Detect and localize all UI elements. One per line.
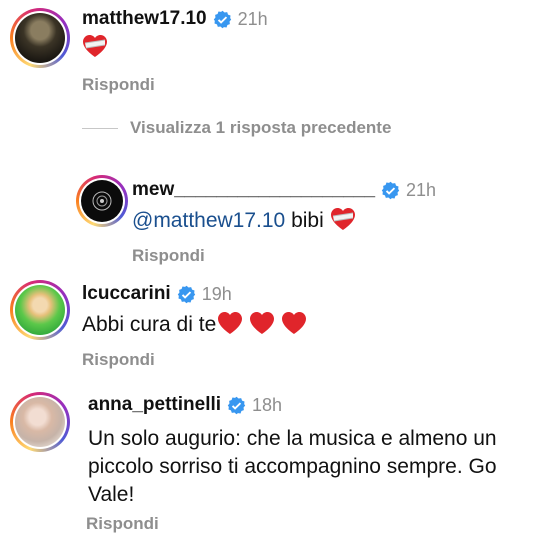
verified-badge-icon [227,396,246,414]
comment-body: Abbi cura di te [82,313,217,336]
reply-button[interactable]: Rispondi [82,75,155,95]
comment-text [82,34,108,62]
comment-body: bibi [291,209,324,232]
comment-text: Un solo augurio: che la musica e almeno … [88,425,558,509]
mandala-avatar-icon [92,191,112,211]
red-heart-icon [282,312,307,334]
comment-time: 18h [252,394,283,415]
username[interactable]: anna_pettinelli [88,394,221,416]
comment-time: 21h [237,8,268,29]
comment-text: @matthew17.10 bibi [132,207,356,235]
username[interactable]: mew___________________ [132,179,375,201]
mention-link[interactable]: @matthew17.10 [132,209,285,232]
username[interactable]: lcuccarini [82,283,171,305]
verified-badge-icon [381,181,400,199]
avatar-anna[interactable] [10,392,70,452]
view-previous-label: Visualizza 1 risposta precedente [130,118,392,137]
comment-line: Vale! [88,483,135,506]
comment-time: 19h [201,283,232,304]
reply-button[interactable]: Rispondi [86,514,159,534]
divider-line [82,127,118,129]
verified-badge-icon [177,285,195,303]
username[interactable]: matthew17.10 [82,8,207,30]
red-heart-icon [250,312,275,334]
avatar-matthew[interactable] [10,8,70,68]
mending-heart-icon [330,208,355,230]
red-heart-icon [218,312,243,334]
avatar-mew[interactable] [76,175,128,227]
comment-line: piccolo sorriso ti accompagnino sempre. … [88,455,497,478]
mending-heart-icon [83,35,107,57]
verified-badge-icon [213,10,231,28]
view-previous-replies[interactable]: Visualizza 1 risposta precedente [82,118,391,138]
reply-button[interactable]: Rispondi [82,350,155,370]
reply-button[interactable]: Rispondi [132,246,205,266]
comment-time: 21h [406,179,437,200]
comment-line: Un solo augurio: che la musica e almeno … [88,427,497,450]
comment-text: Abbi cura di te [82,311,308,339]
avatar-lcuccarini[interactable] [10,280,70,340]
